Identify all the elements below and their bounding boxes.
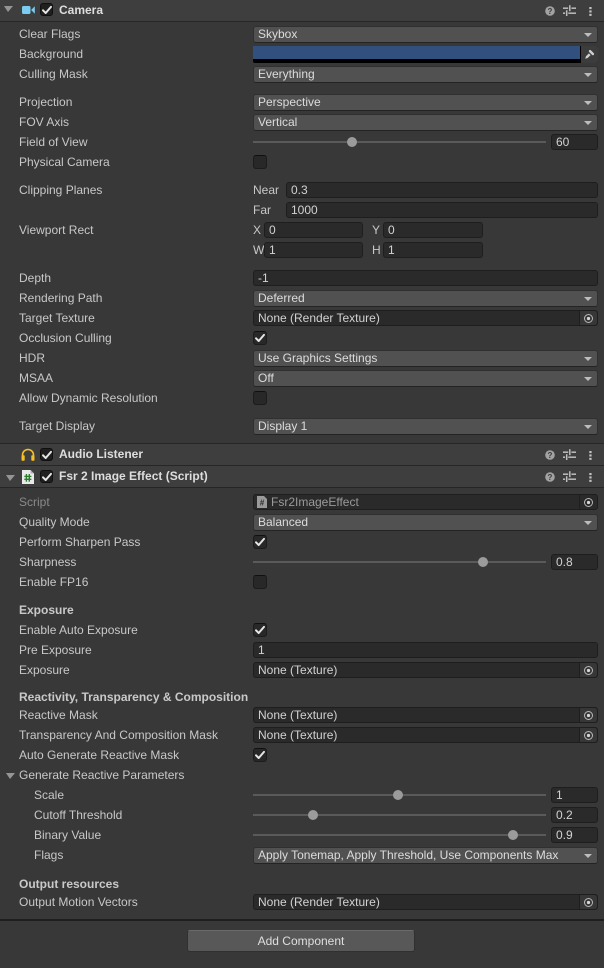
svg-text:?: ? <box>548 450 553 459</box>
svg-text:?: ? <box>548 472 553 481</box>
svg-text:?: ? <box>548 6 553 15</box>
svg-text:#: # <box>260 499 265 508</box>
